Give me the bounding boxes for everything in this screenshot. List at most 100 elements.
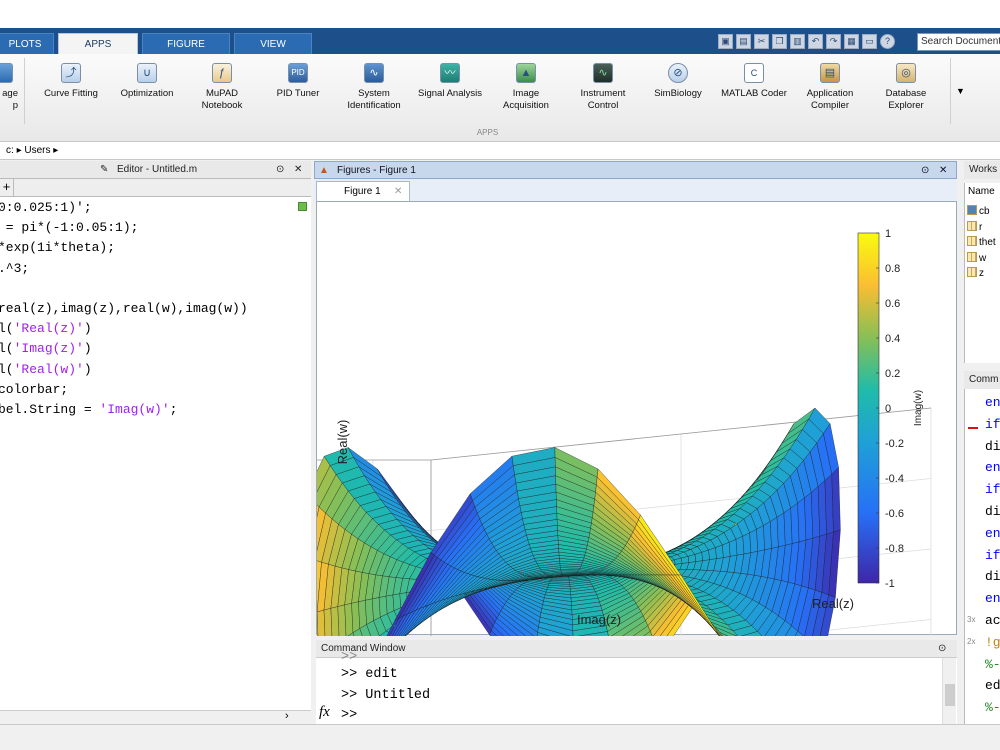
column-header-name[interactable]: Name	[968, 186, 995, 197]
workspace-variable[interactable]: w	[967, 251, 986, 264]
chevron-right-icon: ▸	[16, 145, 22, 156]
editor-horizontal-scrollbar[interactable]: ›	[0, 710, 311, 724]
app-curve-fitting[interactable]: ⤴ Curve Fitting	[36, 60, 106, 100]
colorbar-tick-label: -1	[885, 578, 895, 590]
figures-header: ▲ Figures - Figure 1 ⊙ ✕	[314, 161, 957, 179]
signal-analysis-icon: 〰	[440, 63, 460, 83]
code-line: bel.String = 'Imag(w)';	[0, 402, 178, 417]
layout-icon[interactable]: ▭	[862, 34, 877, 49]
workspace-variable[interactable]: r	[967, 220, 982, 233]
history-entry[interactable]: %-	[985, 700, 1000, 715]
app-matlab-coder[interactable]: C MATLAB Coder	[716, 60, 792, 100]
colorbar-tick-label: 0.2	[885, 368, 900, 380]
panel-menu-icon[interactable]: ⊙	[938, 640, 946, 658]
tab-apps[interactable]: APPS	[58, 33, 138, 54]
history-entry[interactable]: di	[985, 504, 1000, 519]
colorbar-tick-label: 1	[885, 228, 891, 240]
figure-canvas[interactable]: -1-0.500.5110.50-0.5-1-101Real(w)Imag(z)…	[172, 201, 958, 750]
colorbar[interactable]: 1 0.8 0.6 0.4 0.2 0 -0.2 -0.4 -0.6 -0.8 -1 Imag(w)	[857, 228, 924, 590]
cut-icon[interactable]: ✂	[754, 34, 769, 49]
tab-figure[interactable]: FIGURE	[142, 33, 230, 54]
code-line: = pi*(-1:0.05:1);	[0, 220, 139, 236]
history-entry[interactable]: ed	[985, 678, 1000, 693]
command-line: >> edit	[341, 667, 398, 682]
new-icon[interactable]: ▣	[718, 34, 733, 49]
command-window[interactable]: >> >> edit >> Untitled >> fx	[316, 650, 957, 724]
ribbon-section-label: APPS	[476, 128, 499, 137]
app-pid-tuner[interactable]: PID PID Tuner	[263, 60, 333, 100]
system-identification-icon: ∿	[364, 63, 384, 83]
history-entry[interactable]: if	[985, 417, 1000, 432]
history-entry[interactable]: en	[985, 460, 1000, 475]
new-tab-button[interactable]: +	[0, 179, 14, 196]
figure-tab-label: Figure 1	[344, 186, 381, 197]
workspace-variable[interactable]: thet	[967, 236, 996, 248]
search-documentation-input[interactable]: Search Documentation	[917, 33, 1000, 51]
switch-windows-icon[interactable]: ▦	[844, 34, 859, 49]
save-icon[interactable]: ▤	[736, 34, 751, 49]
panel-menu-icon[interactable]: ⊙	[921, 162, 929, 180]
app-signal-analysis[interactable]: 〰 Signal Analysis	[412, 60, 488, 100]
workspace-variable[interactable]: z	[967, 267, 984, 279]
code-line: l('Real(w)')	[0, 361, 92, 377]
app-simbiology[interactable]: ⊘ SimBiology	[645, 60, 711, 100]
ribbon-tab-strip: PLOTS APPS FIGURE VIEW ▣ ▤ ✂ ❐ ▥ ↶ ↷ ▦ ▭…	[0, 28, 1000, 54]
surface-patches	[289, 407, 841, 743]
tab-plots[interactable]: PLOTS	[0, 33, 54, 54]
breadcrumb-drive[interactable]: c:	[6, 145, 14, 156]
instrument-control-icon: ∿	[593, 63, 613, 83]
history-entry[interactable]: en	[985, 591, 1000, 606]
undo-icon[interactable]: ↶	[808, 34, 823, 49]
function-browser-icon[interactable]: fx	[319, 704, 330, 721]
colorbar-label: Imag(w)	[913, 390, 924, 426]
history-entry[interactable]: en	[985, 526, 1000, 541]
workspace-variable[interactable]: cb	[967, 205, 990, 217]
app-database-explorer[interactable]: ◎ Database Explorer	[870, 60, 942, 112]
app-partial[interactable]: age p	[0, 60, 18, 112]
app-application-compiler[interactable]: ▤ Application Compiler	[794, 60, 866, 112]
app-image-acquisition[interactable]: ▲ Image Acquisition	[490, 60, 562, 112]
breadcrumb-folder[interactable]: Users	[24, 145, 50, 156]
close-tab-icon[interactable]: ✕	[394, 182, 402, 201]
history-entry[interactable]: if	[985, 482, 1000, 497]
close-icon[interactable]: ✕	[294, 161, 302, 179]
code-analyzer-icon[interactable]	[298, 202, 307, 211]
surface-patch	[385, 594, 395, 615]
scroll-right-icon[interactable]: ›	[285, 710, 289, 722]
tab-figure-1[interactable]: Figure 1 ✕	[316, 181, 410, 201]
history-entry[interactable]: di	[985, 439, 1000, 454]
app-mupad-notebook[interactable]: ƒ MuPAD Notebook	[187, 60, 257, 112]
history-entry[interactable]: !g	[985, 635, 1000, 650]
ribbon-expand-button[interactable]: ▼	[950, 58, 970, 124]
app-system-identification[interactable]: ∿ System Identification	[336, 60, 412, 112]
paste-icon[interactable]: ▥	[790, 34, 805, 49]
editor-code-area[interactable]: 0:0.025:1)'; = pi*(-1:0.05:1); *exp(1i*th…	[0, 197, 311, 710]
close-icon[interactable]: ✕	[939, 162, 947, 180]
panel-menu-icon[interactable]: ⊙	[276, 161, 284, 179]
simbiology-icon: ⊘	[668, 63, 688, 83]
history-entry[interactable]: di	[985, 569, 1000, 584]
copy-icon[interactable]: ❐	[772, 34, 787, 49]
command-window-scrollbar[interactable]	[942, 658, 956, 724]
surface-patch	[735, 535, 745, 556]
colorbar-tick-label: -0.2	[885, 438, 904, 450]
colorbar-tick-label: -0.6	[885, 508, 904, 520]
code-line: l('Real(z)')	[0, 321, 92, 337]
history-entry[interactable]: if	[985, 548, 1000, 563]
app-optimization[interactable]: ∪ Optimization	[112, 60, 182, 100]
scrollbar-thumb[interactable]	[945, 684, 955, 706]
tab-view[interactable]: VIEW	[234, 33, 312, 54]
current-folder-breadcrumb[interactable]: c: ▸ Users ▸	[0, 142, 1000, 160]
command-history[interactable]: en if di en if di en if di en 3x ac 2x !g %- ed %-	[964, 389, 1000, 724]
mupad-icon: ƒ	[212, 63, 232, 83]
history-entry[interactable]: en	[985, 395, 1000, 410]
workspace-panel[interactable]: Name cb r thet w z	[964, 183, 1000, 363]
command-prompt[interactable]: >>	[341, 708, 357, 723]
history-entry[interactable]: %-	[985, 657, 1000, 672]
redo-icon[interactable]: ↷	[826, 34, 841, 49]
app-instrument-control[interactable]: ∿ Instrument Control	[567, 60, 639, 112]
surface-plot[interactable]: -1-0.500.5110.50-0.5-1-101Real(w)Imag(z)…	[172, 202, 958, 750]
colorbar-tick-label: 0	[885, 403, 891, 415]
help-icon[interactable]: ?	[880, 34, 895, 49]
history-entry[interactable]: ac	[985, 613, 1000, 628]
